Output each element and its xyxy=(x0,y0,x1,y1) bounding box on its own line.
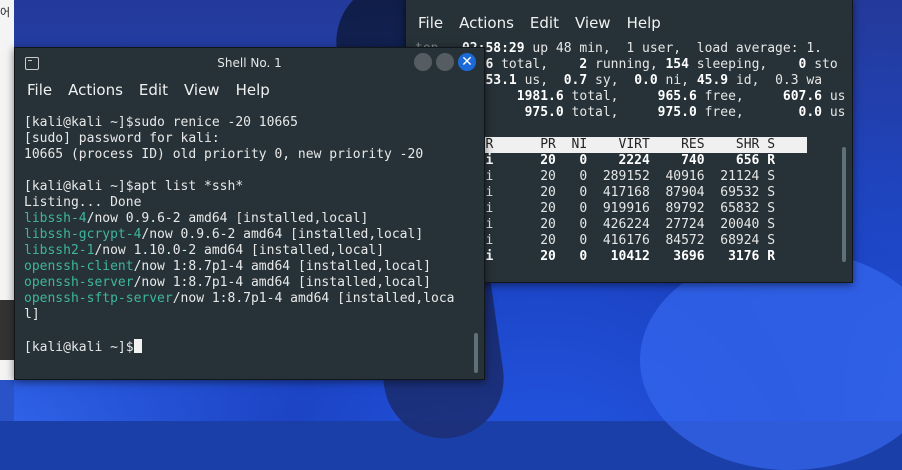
summary-part: us xyxy=(822,105,846,120)
package-info: /now 1.10.0-2 amd64 [installed,local] xyxy=(94,243,385,258)
summary-part: 0.7 xyxy=(563,73,588,88)
package-name: libssh-gcrypt-4 xyxy=(24,227,142,242)
package-line: openssh-client/now 1:8.7p1-4 amd64 [inst… xyxy=(24,259,484,275)
package-name: openssh-client xyxy=(24,259,134,274)
summary-part: 965.6 xyxy=(657,89,697,104)
close-icon: ✕ xyxy=(461,54,473,70)
summary-part: us, xyxy=(516,73,564,88)
package-info: /now 0.9.6-2 amd64 [installed,local] xyxy=(86,211,369,226)
summary-part: 53.1 xyxy=(485,73,517,88)
package-name: openssh-server xyxy=(24,275,134,290)
maximize-button[interactable] xyxy=(436,53,454,71)
summary-part: free, xyxy=(696,89,783,104)
menu-edit[interactable]: Edit xyxy=(139,81,168,99)
package-line: libssh2-1/now 1.10.0-2 amd64 [installed,… xyxy=(24,243,484,259)
menu-actions[interactable]: Actions xyxy=(459,14,514,32)
summary-part: free, xyxy=(696,105,799,120)
shell-terminal-window[interactable]: Shell No. 1 ✕ File Actions Edit View Help [k… xyxy=(14,47,485,380)
menu-view[interactable]: View xyxy=(575,14,611,32)
summary-part: ni, xyxy=(657,73,697,88)
summary-part: 975.0 xyxy=(657,105,697,120)
terminal-line: [kali@kali ~]$apt list *ssh* xyxy=(24,179,244,194)
text-cursor xyxy=(133,339,142,353)
menu-bar: File Actions Edit View Help xyxy=(406,11,852,35)
summary-part: 975.0 xyxy=(524,105,564,120)
close-button[interactable]: ✕ xyxy=(458,53,476,71)
package-name: openssh-sftp-server xyxy=(24,291,173,306)
summary-part: 154 xyxy=(665,57,689,72)
prompt-line[interactable]: [kali@kali ~]$ xyxy=(24,339,484,356)
terminal-line: [sudo] password for kali: xyxy=(24,131,220,146)
summary-part: 45.9 xyxy=(696,73,729,88)
menu-help[interactable]: Help xyxy=(627,14,661,32)
menu-file[interactable]: File xyxy=(27,81,52,99)
summary-part: 0.0 xyxy=(798,105,823,120)
background-window-text: 어 xyxy=(0,6,11,19)
summary-part: up 48 min, 1 user, load average: 1. xyxy=(524,41,823,56)
terminal-line: l] xyxy=(24,307,40,322)
package-line: openssh-server/now 1:8.7p1-4 amd64 [inst… xyxy=(24,275,484,291)
terminal-line: 10665 (process ID) old priority 0, new p… xyxy=(24,147,424,162)
package-line: openssh-sftp-server/now 1:8.7p1-4 amd64 … xyxy=(24,291,484,307)
summary-part: running, xyxy=(587,57,666,72)
package-line: libssh-4/now 0.9.6-2 amd64 [installed,lo… xyxy=(24,211,484,227)
menu-file[interactable]: File xyxy=(418,14,443,32)
summary-part: total, xyxy=(563,105,658,120)
summary-part: 1981.6 xyxy=(516,89,564,104)
menu-bar: File Actions Edit View Help xyxy=(15,78,484,102)
menu-help[interactable]: Help xyxy=(236,81,270,99)
summary-part: sleeping, xyxy=(688,57,799,72)
scrollbar[interactable] xyxy=(842,147,846,262)
terminal-line: Listing... Done xyxy=(24,195,142,210)
terminal-line: [kali@kali ~]$sudo renice -20 10665 xyxy=(24,115,298,130)
title-bar[interactable]: Shell No. 1 ✕ xyxy=(15,48,484,78)
summary-part: total, xyxy=(493,57,580,72)
menu-actions[interactable]: Actions xyxy=(68,81,123,99)
minimize-button[interactable] xyxy=(414,53,432,71)
terminal-output[interactable]: [kali@kali ~]$sudo renice -20 10665 [sudo… xyxy=(15,115,484,356)
summary-part: total, xyxy=(563,89,658,104)
background-window-image xyxy=(0,300,14,360)
package-info: /now 1:8.7p1-4 amd64 [installed,loca xyxy=(172,291,455,306)
shell-prompt: [kali@kali ~]$ xyxy=(24,340,134,355)
package-info: /now 1:8.7p1-4 amd64 [installed,local] xyxy=(133,259,431,274)
menu-edit[interactable]: Edit xyxy=(530,14,559,32)
package-line: libssh-gcrypt-4/now 0.9.6-2 amd64 [insta… xyxy=(24,227,484,243)
background-window-image xyxy=(0,380,14,421)
summary-part: id, 0.3 wa xyxy=(728,73,823,88)
package-info: /now 0.9.6-2 amd64 [installed,local] xyxy=(141,227,424,242)
package-name: libssh-4 xyxy=(24,211,87,226)
package-info: /now 1:8.7p1-4 amd64 [installed,local] xyxy=(133,275,431,290)
menu-view[interactable]: View xyxy=(184,81,220,99)
summary-part: 607.6 xyxy=(782,89,823,104)
summary-part: sto xyxy=(806,57,838,72)
summary-part: 0.0 xyxy=(634,73,658,88)
summary-part: us xyxy=(822,89,846,104)
summary-part: sy, xyxy=(587,73,635,88)
scrollbar[interactable] xyxy=(474,333,478,373)
package-name: libssh2-1 xyxy=(24,243,95,258)
background-window-edge[interactable]: 어 xyxy=(0,0,14,421)
